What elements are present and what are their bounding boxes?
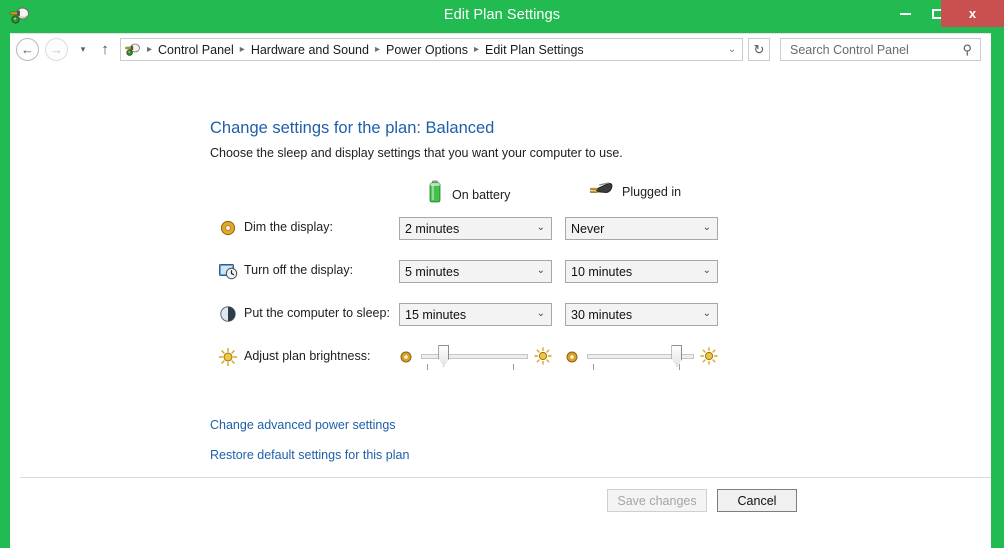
cancel-button[interactable]: Cancel — [717, 489, 797, 512]
address-dropdown-icon[interactable]: ⌄ — [722, 44, 742, 55]
breadcrumb-item-power-options[interactable]: Power Options — [385, 43, 469, 57]
breadcrumb-item-edit-plan-settings[interactable]: Edit Plan Settings — [484, 43, 585, 57]
turn-off-display-on-battery-wrap: 5 minutes ⌄ — [399, 260, 552, 283]
footer-divider — [20, 477, 991, 478]
slider-track — [421, 354, 528, 359]
page-subtitle: Choose the sleep and display settings th… — [210, 146, 623, 160]
column-header-label: On battery — [452, 188, 510, 202]
search-input[interactable] — [788, 42, 948, 58]
breadcrumb-item-control-panel[interactable]: Control Panel — [157, 43, 235, 57]
brightness-icon — [218, 347, 238, 367]
slider-thumb[interactable] — [438, 345, 449, 367]
window-content-frame: ← → ▾ ↑ — [10, 33, 991, 548]
brightness-low-icon — [399, 350, 413, 364]
breadcrumb-separator: ▸ — [469, 44, 484, 55]
slider-tick — [513, 364, 514, 370]
column-header-plugged-in: Plugged in — [588, 180, 681, 203]
sleep-on-battery-wrap: 15 minutes ⌄ — [399, 303, 552, 326]
brightness-high-icon — [534, 347, 552, 365]
setting-label: Dim the display: — [244, 220, 333, 234]
save-changes-button[interactable]: Save changes — [607, 489, 707, 512]
sleep-plugged-in-wrap: 30 minutes ⌄ — [565, 303, 718, 326]
setting-label: Put the computer to sleep: — [244, 306, 390, 320]
slider-track-area[interactable] — [421, 344, 528, 372]
slider-track-area[interactable] — [587, 344, 694, 372]
column-header-label: Plugged in — [622, 185, 681, 199]
address-bar: ← → ▾ ↑ — [10, 34, 991, 65]
sleep-plugged-in-select[interactable]: 30 minutes — [565, 303, 718, 326]
column-header-on-battery: On battery — [426, 180, 510, 209]
turn-off-display-plugged-in-select[interactable]: 10 minutes — [565, 260, 718, 283]
restore-default-settings-link[interactable]: Restore default settings for this plan — [210, 448, 409, 462]
arrow-right-circle-icon: → — [50, 42, 63, 57]
breadcrumb-separator: ▸ — [235, 44, 250, 55]
setting-row-put-computer-to-sleep: Put the computer to sleep: 15 minutes ⌄ … — [210, 303, 730, 327]
sleep-icon — [218, 304, 238, 324]
turn-off-display-icon — [218, 261, 238, 281]
setting-row-dim-display: Dim the display: 2 minutes ⌄ Never ⌄ — [210, 217, 730, 241]
breadcrumb-item-hardware-and-sound[interactable]: Hardware and Sound — [250, 43, 370, 57]
back-button[interactable]: ← — [16, 38, 39, 61]
brightness-slider-plugged-in[interactable] — [565, 344, 718, 372]
setting-label: Adjust plan brightness: — [244, 349, 370, 363]
brightness-high-icon — [700, 347, 718, 365]
sleep-on-battery-select[interactable]: 15 minutes — [399, 303, 552, 326]
turn-off-display-plugged-in-wrap: 10 minutes ⌄ — [565, 260, 718, 283]
breadcrumb-separator: ▸ — [370, 44, 385, 55]
window-title: Edit Plan Settings — [0, 7, 1004, 23]
slider-tick — [679, 364, 680, 370]
minimize-icon — [900, 13, 911, 15]
slider-tick — [593, 364, 594, 370]
page-body: Change settings for the plan: Balanced C… — [10, 65, 991, 548]
search-icon[interactable]: ⚲ — [962, 42, 972, 58]
dim-display-on-battery-select[interactable]: 2 minutes — [399, 217, 552, 240]
arrow-left-circle-icon: ← — [21, 42, 34, 57]
slider-tick — [427, 364, 428, 370]
refresh-icon: ↻ — [754, 42, 765, 58]
chevron-down-icon: ▾ — [81, 44, 86, 55]
dim-display-plugged-in-select[interactable]: Never — [565, 217, 718, 240]
recent-locations-button[interactable]: ▾ — [74, 38, 92, 61]
power-plug-icon — [588, 180, 614, 203]
close-icon: x — [969, 7, 976, 20]
brightness-slider-on-battery[interactable] — [399, 344, 552, 372]
battery-icon — [426, 180, 444, 209]
dim-display-plugged-in-wrap: Never ⌄ — [565, 217, 718, 240]
up-one-level-button[interactable]: ↑ — [96, 38, 114, 61]
slider-thumb[interactable] — [671, 345, 682, 367]
minimize-button[interactable] — [890, 0, 920, 27]
refresh-button[interactable]: ↻ — [748, 38, 770, 61]
change-advanced-power-settings-link[interactable]: Change advanced power settings — [210, 418, 396, 432]
brightness-low-icon — [565, 350, 579, 364]
setting-row-adjust-plan-brightness: Adjust plan brightness: — [210, 346, 730, 370]
forward-button[interactable]: → — [45, 38, 68, 61]
turn-off-display-on-battery-select[interactable]: 5 minutes — [399, 260, 552, 283]
window-edit-plan-settings: Edit Plan Settings x ← → ▾ ↑ — [0, 0, 1004, 548]
title-bar: Edit Plan Settings x — [0, 0, 1004, 33]
arrow-up-icon: ↑ — [101, 41, 109, 58]
search-box[interactable]: ⚲ — [780, 38, 981, 61]
breadcrumb-separator: ▸ — [142, 44, 157, 55]
close-button[interactable]: x — [941, 0, 1004, 27]
setting-label: Turn off the display: — [244, 263, 353, 277]
dim-display-icon — [218, 218, 238, 238]
breadcrumb[interactable]: ▸ Control Panel ▸ Hardware and Sound ▸ P… — [120, 38, 743, 61]
setting-row-turn-off-display: Turn off the display: 5 minutes ⌄ 10 min… — [210, 260, 730, 284]
dim-display-on-battery-wrap: 2 minutes ⌄ — [399, 217, 552, 240]
power-options-icon — [124, 41, 142, 59]
page-title: Change settings for the plan: Balanced — [210, 119, 494, 138]
